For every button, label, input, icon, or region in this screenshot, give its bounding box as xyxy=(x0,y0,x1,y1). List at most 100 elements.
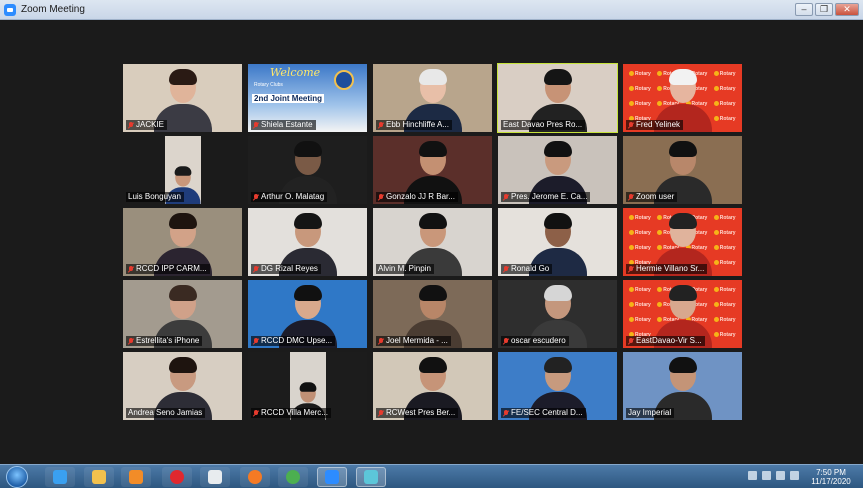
participant-tile[interactable]: Rotary Rotary Rotary Rotary Rotary Rotary Rota… xyxy=(623,208,742,276)
taskbar-button[interactable] xyxy=(317,467,347,487)
participant-name: Shiela Estante xyxy=(261,120,313,129)
participant-tile[interactable]: oscar escudero xyxy=(498,280,617,348)
muted-mic-icon xyxy=(503,193,509,201)
participant-tile[interactable]: FE/SEC Central D... xyxy=(498,352,617,420)
participant-tile[interactable]: RCCD IPP CARM... xyxy=(123,208,242,276)
participant-name: Ronald Go xyxy=(511,264,550,273)
participant-name-tag: oscar escudero xyxy=(501,336,569,346)
rotary-logo-icon: Rotary xyxy=(714,241,736,254)
participant-name: EastDavao-Vir S... xyxy=(636,336,702,345)
participant-name-tag: Joel Mermida - ... xyxy=(376,336,451,346)
muted-mic-icon xyxy=(128,121,134,129)
muted-mic-icon xyxy=(253,193,259,201)
participant-tile[interactable]: Luis Bonguyan xyxy=(123,136,242,204)
slide-welcome-text: Welcome xyxy=(270,66,321,79)
participant-name-tag: Andrea Seno Jamias xyxy=(126,408,206,418)
participant-name: Andrea Seno Jamias xyxy=(128,408,203,417)
participant-tile[interactable]: Rotary Rotary Rotary Rotary Rotary Rotary Rota… xyxy=(623,64,742,132)
participant-tile[interactable]: Joel Mermida - ... xyxy=(373,280,492,348)
participant-name-tag: Fred Yelinek xyxy=(626,120,684,130)
taskbar-button[interactable] xyxy=(200,467,230,487)
participant-name: Zoom user xyxy=(636,192,675,201)
muted-mic-icon xyxy=(628,265,634,273)
muted-mic-icon xyxy=(378,121,384,129)
document-icon xyxy=(208,470,222,484)
participant-name-tag: FE/SEC Central D... xyxy=(501,408,586,418)
muted-mic-icon xyxy=(378,193,384,201)
rotary-logo-icon: Rotary xyxy=(629,313,651,326)
taskbar-button[interactable] xyxy=(278,467,308,487)
clock-date: 11/17/2020 xyxy=(811,477,851,486)
rotary-seal-icon xyxy=(334,70,354,90)
participant-tile[interactable]: JACKIE xyxy=(123,64,242,132)
participant-tile[interactable]: Ebb Hinchliffe A... xyxy=(373,64,492,132)
participant-tile[interactable]: Ronald Go xyxy=(498,208,617,276)
participant-name: Hermie Villano Sr... xyxy=(636,264,705,273)
participant-name: Alvin M. Pinpin xyxy=(378,264,431,273)
rotary-logo-icon: Rotary xyxy=(714,283,736,296)
rotary-logo-icon: Rotary xyxy=(629,97,651,110)
rotary-logo-icon: Rotary xyxy=(714,97,736,110)
participant-tile[interactable]: Welcome Rotary Clubs 2nd Joint Meeting Shie… xyxy=(248,64,367,132)
participant-name-tag: RCCD DMC Upse... xyxy=(251,336,336,346)
participant-name-tag: DG Rizal Reyes xyxy=(251,264,321,274)
participant-tile[interactable]: Arthur O. Malatag xyxy=(248,136,367,204)
participant-tile[interactable]: Andrea Seno Jamias xyxy=(123,352,242,420)
participant-tile[interactable]: East Davao Pres Ro... xyxy=(497,63,618,133)
volume-icon[interactable] xyxy=(762,471,771,480)
tray-arrow-icon[interactable] xyxy=(748,471,757,480)
participant-name-tag: RCWest Pres Ber... xyxy=(376,408,459,418)
photos-icon xyxy=(364,470,378,484)
participant-name: Luis Bonguyan xyxy=(128,192,181,201)
taskbar-button[interactable] xyxy=(240,467,270,487)
close-button[interactable]: ✕ xyxy=(835,3,859,16)
rotary-logo-icon: Rotary xyxy=(629,82,651,95)
participant-tile[interactable]: Jay Imperial xyxy=(623,352,742,420)
rotary-logo-icon: Rotary xyxy=(714,298,736,311)
participant-name-tag: RCCD Villa Merc... xyxy=(251,408,331,418)
taskbar-button[interactable] xyxy=(121,467,151,487)
participant-tile[interactable]: RCCD Villa Merc... xyxy=(248,352,367,420)
participant-name-tag: Arthur O. Malatag xyxy=(251,192,328,202)
taskbar-button[interactable] xyxy=(356,467,386,487)
participant-tile[interactable]: DG Rizal Reyes xyxy=(248,208,367,276)
participant-tile[interactable]: Gonzalo JJ R Bar... xyxy=(373,136,492,204)
participant-name: Fred Yelinek xyxy=(636,120,681,129)
flag-icon[interactable] xyxy=(776,471,785,480)
participant-tile[interactable]: RCWest Pres Ber... xyxy=(373,352,492,420)
network-icon[interactable] xyxy=(790,471,799,480)
muted-mic-icon xyxy=(128,337,134,345)
muted-mic-icon xyxy=(378,409,384,417)
muted-mic-icon xyxy=(253,121,259,129)
participant-name: Jay Imperial xyxy=(628,408,672,417)
participant-tile[interactable]: Estrellita's iPhone xyxy=(123,280,242,348)
muted-mic-icon xyxy=(503,265,509,273)
participant-tile[interactable]: Pres. Jerome E. Ca... xyxy=(498,136,617,204)
start-button[interactable] xyxy=(6,466,28,488)
taskbar-button[interactable] xyxy=(162,467,192,487)
taskbar-button[interactable] xyxy=(45,467,75,487)
participant-name: RCCD IPP CARM... xyxy=(136,264,207,273)
participant-name-tag: Pres. Jerome E. Ca... xyxy=(501,192,591,202)
participant-tile[interactable]: Zoom user xyxy=(623,136,742,204)
rotary-logo-icon: Rotary xyxy=(629,298,651,311)
participant-tile[interactable]: RCCD DMC Upse... xyxy=(248,280,367,348)
rotary-logo-icon: Rotary xyxy=(629,67,651,80)
chrome-icon xyxy=(286,470,300,484)
muted-mic-icon xyxy=(253,265,259,273)
media-player-icon xyxy=(129,470,143,484)
participant-name-tag: Luis Bonguyan xyxy=(126,192,184,202)
clock[interactable]: 7:50 PM 11/17/2020 xyxy=(805,468,857,486)
participant-name-tag: Estrellita's iPhone xyxy=(126,336,203,346)
participant-tile[interactable]: Alvin M. Pinpin xyxy=(373,208,492,276)
participant-name: Gonzalo JJ R Bar... xyxy=(386,192,455,201)
taskbar-button[interactable] xyxy=(84,467,114,487)
rotary-logo-icon: Rotary xyxy=(714,328,736,341)
muted-mic-icon xyxy=(628,121,634,129)
restore-button[interactable]: ❐ xyxy=(815,3,833,16)
participant-tile[interactable]: Rotary Rotary Rotary Rotary Rotary Rotary Rota… xyxy=(623,280,742,348)
participant-name: Ebb Hinchliffe A... xyxy=(386,120,449,129)
minimize-button[interactable]: – xyxy=(795,3,813,16)
rotary-logo-icon: Rotary xyxy=(629,283,651,296)
muted-mic-icon xyxy=(253,409,259,417)
